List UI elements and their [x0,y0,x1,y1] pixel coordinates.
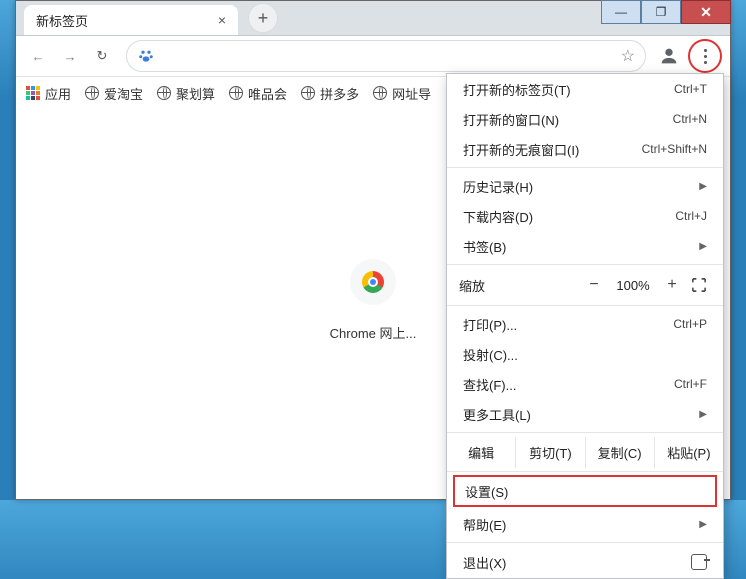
menu-separator [447,471,723,472]
menu-exit[interactable]: 退出(X) [447,546,723,578]
chrome-logo-icon [362,271,384,293]
forward-button[interactable]: → [56,42,84,70]
webstore-label: Chrome 网上... [330,323,417,342]
browser-window: — ❐ ✕ 新标签页 × + ← → ↻ ☆ 应用 [15,0,731,500]
menu-bookmarks[interactable]: 书签(B)▶ [447,231,723,261]
apps-shortcut[interactable]: 应用 [26,84,71,103]
menu-separator [447,305,723,306]
chevron-right-icon: ▶ [699,409,707,420]
edit-label: 编辑 [447,437,516,468]
menu-cut[interactable]: 剪切(T) [516,437,585,468]
globe-icon [373,86,387,100]
chevron-right-icon: ▶ [699,241,707,252]
tab-close-icon[interactable]: × [218,12,226,28]
kebab-menu-button[interactable] [688,39,722,73]
webstore-icon[interactable] [350,259,396,305]
minimize-button[interactable]: — [601,0,641,24]
menu-downloads[interactable]: 下载内容(D)Ctrl+J [447,201,723,231]
bookmark-item[interactable]: 唯品会 [229,84,287,103]
url-input[interactable] [161,42,615,70]
bookmark-item[interactable]: 爱淘宝 [85,84,143,103]
toolbar: ← → ↻ ☆ [16,36,730,77]
bookmark-item[interactable]: 拼多多 [301,84,359,103]
menu-paste[interactable]: 粘贴(P) [655,437,723,468]
chevron-right-icon: ▶ [699,519,707,530]
menu-cast[interactable]: 投射(C)... [447,339,723,369]
close-window-button[interactable]: ✕ [681,0,731,24]
bookmark-item[interactable]: 网址导 [373,84,431,103]
exit-icon [691,554,707,570]
reload-button[interactable]: ↻ [88,42,116,70]
bookmark-star-icon[interactable]: ☆ [621,46,635,66]
menu-history[interactable]: 历史记录(H)▶ [447,171,723,201]
menu-print[interactable]: 打印(P)...Ctrl+P [447,309,723,339]
menu-separator [447,264,723,265]
globe-icon [229,86,243,100]
tab-title: 新标签页 [36,11,88,30]
settings-highlight: 设置(S) [453,475,717,507]
chevron-right-icon: ▶ [699,181,707,192]
globe-icon [157,86,171,100]
menu-help[interactable]: 帮助(E)▶ [447,509,723,539]
window-controls: — ❐ ✕ [601,0,731,24]
apps-label: 应用 [45,84,71,103]
menu-incognito[interactable]: 打开新的无痕窗口(I)Ctrl+Shift+N [447,134,723,164]
zoom-in-button[interactable]: + [657,276,687,294]
zoom-out-button[interactable]: − [579,276,609,294]
menu-edit-row: 编辑 剪切(T) 复制(C) 粘贴(P) [447,436,723,468]
menu-separator [447,542,723,543]
dots-icon [704,49,707,64]
new-tab-button[interactable]: + [248,3,278,33]
fullscreen-icon [692,278,706,292]
main-menu: 打开新的标签页(T)Ctrl+T 打开新的窗口(N)Ctrl+N 打开新的无痕窗… [446,73,724,579]
fullscreen-button[interactable] [687,278,711,292]
menu-zoom: 缩放 − 100% + [447,268,723,302]
back-button[interactable]: ← [24,42,52,70]
zoom-value: 100% [609,278,657,293]
paw-icon [137,47,155,65]
menu-more-tools[interactable]: 更多工具(L)▶ [447,399,723,429]
bookmark-item[interactable]: 聚划算 [157,84,215,103]
profile-button[interactable] [656,43,682,69]
globe-icon [301,86,315,100]
menu-new-window[interactable]: 打开新的窗口(N)Ctrl+N [447,104,723,134]
maximize-button[interactable]: ❐ [641,0,681,24]
menu-new-tab[interactable]: 打开新的标签页(T)Ctrl+T [447,74,723,104]
browser-tab[interactable]: 新标签页 × [24,5,238,35]
menu-find[interactable]: 查找(F)...Ctrl+F [447,369,723,399]
menu-separator [447,167,723,168]
menu-settings[interactable]: 设置(S) [455,477,715,505]
globe-icon [85,86,99,100]
menu-copy[interactable]: 复制(C) [586,437,655,468]
menu-separator [447,432,723,433]
address-bar[interactable]: ☆ [126,40,646,72]
apps-grid-icon [26,86,40,100]
